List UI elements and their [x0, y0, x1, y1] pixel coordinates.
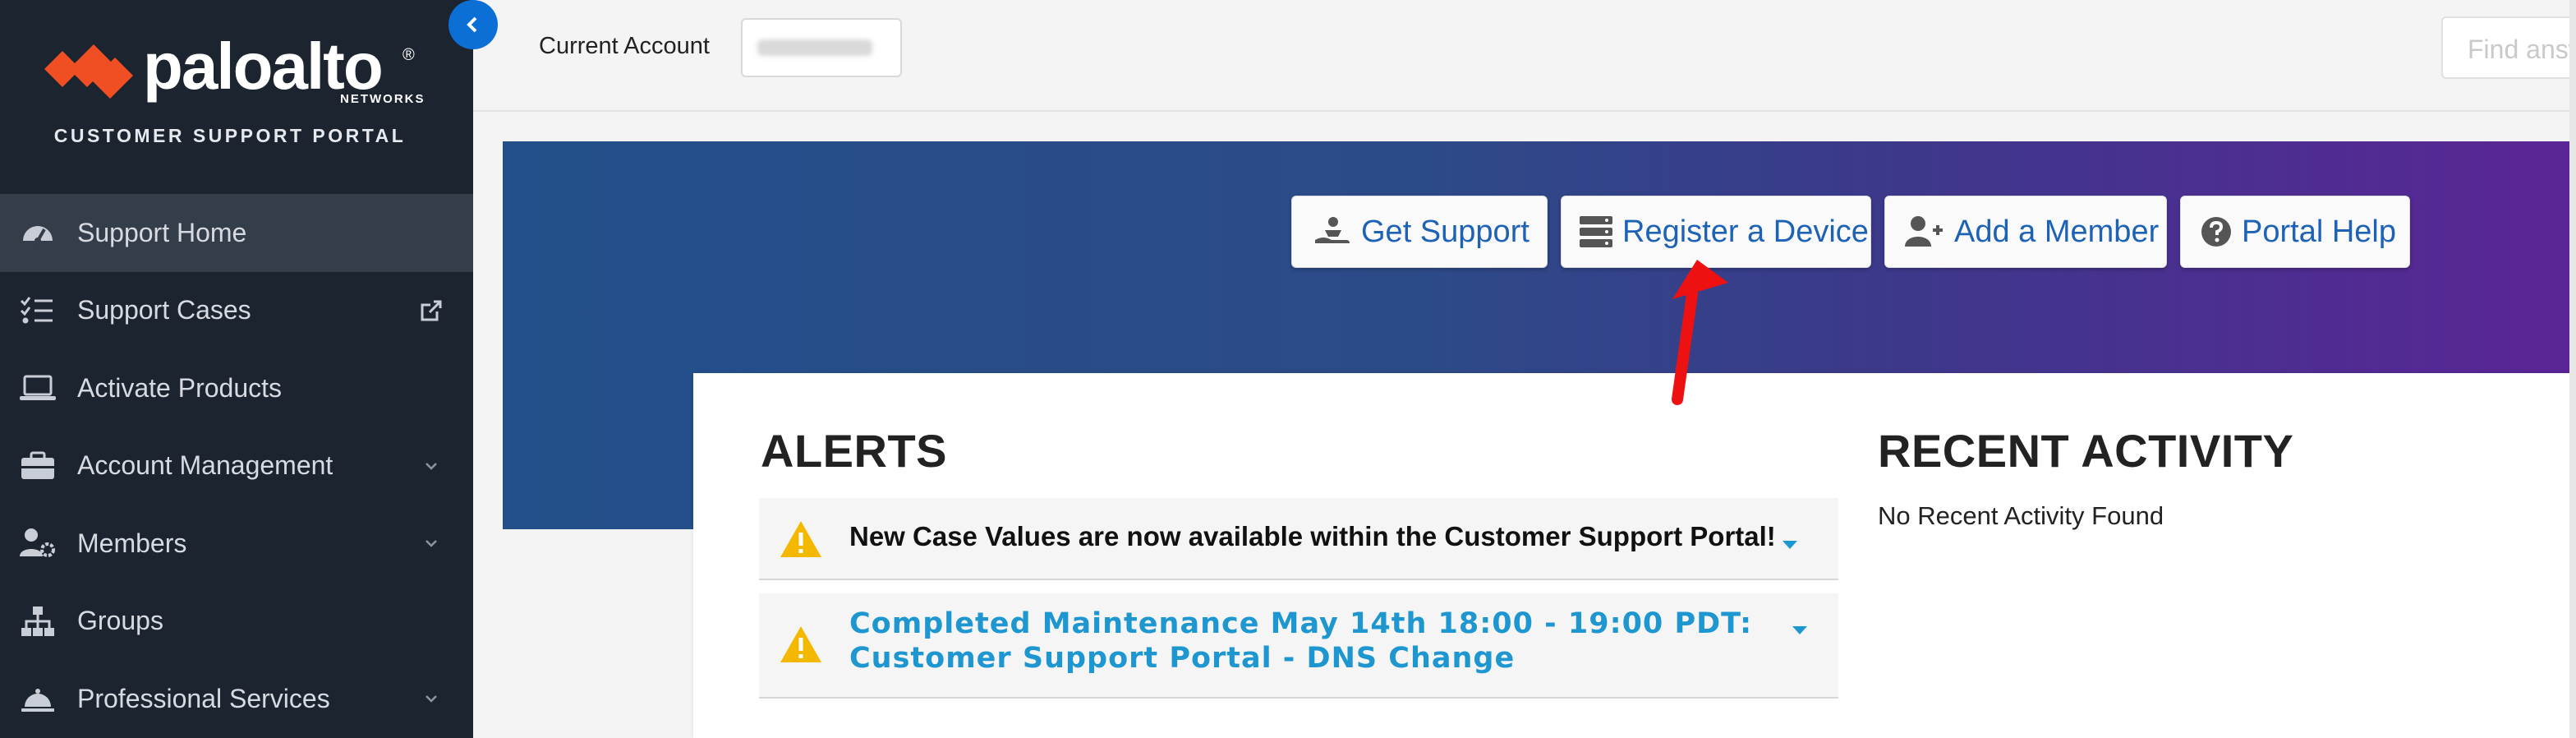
warning-icon [780, 521, 821, 557]
question-circle-icon [2201, 217, 2231, 247]
user-gear-icon [20, 528, 55, 558]
portal-help-label: Portal Help [2242, 214, 2396, 249]
dashboard-card: ALERTS New Case Values are now available… [693, 373, 2576, 738]
briefcase-icon [21, 451, 54, 479]
sidebar-collapse-button[interactable] [448, 0, 498, 49]
chevron-left-icon [467, 16, 477, 33]
caret-down-icon[interactable] [1781, 539, 1799, 551]
sidebar-item-label: Professional Services [77, 683, 330, 713]
alert-text: New Case Values are now available within… [849, 521, 1776, 551]
alert-item[interactable]: Completed Maintenance May 14th 18:00 - 1… [759, 593, 1838, 699]
alert-item[interactable]: New Case Values are now available within… [759, 498, 1838, 580]
get-support-button[interactable]: Get Support [1291, 196, 1548, 268]
checklist-icon [20, 296, 53, 324]
sidebar: paloalto ® NETWORKS CUSTOMER SUPPORT POR… [0, 0, 473, 738]
external-link-icon[interactable] [419, 298, 444, 323]
laptop-icon [20, 375, 56, 401]
sidebar-item-support-cases[interactable]: Support Cases [0, 272, 473, 350]
portal-title: CUSTOMER SUPPORT PORTAL [53, 125, 407, 146]
sitemap-icon [21, 606, 54, 636]
server-icon [1580, 216, 1612, 247]
sidebar-item-activate-products[interactable]: Activate Products [0, 349, 473, 427]
sidebar-item-professional-services[interactable]: Professional Services [0, 660, 473, 738]
current-account-label: Current Account [539, 33, 710, 59]
red-arrow-annotation-icon [1672, 260, 1728, 405]
page: paloalto ® NETWORKS CUSTOMER SUPPORT POR… [0, 0, 2576, 738]
sidebar-item-label: Account Management [77, 450, 334, 481]
recent-activity-title: RECENT ACTIVITY [1878, 425, 2294, 477]
portal-help-button[interactable]: Portal Help [2180, 196, 2410, 268]
logo-subtext: NETWORKS [340, 92, 426, 106]
sidebar-item-members[interactable]: Members [0, 505, 473, 583]
dashboard-icon [23, 226, 53, 245]
sidebar-item-label: Groups [77, 606, 163, 636]
brand-logo[interactable]: paloalto ® NETWORKS CUSTOMER SUPPORT POR… [0, 0, 473, 194]
alerts-title: ALERTS [761, 425, 947, 477]
sidebar-item-label: Activate Products [77, 372, 282, 403]
sidebar-item-groups[interactable]: Groups [0, 583, 473, 661]
add-member-button[interactable]: Add a Member [1884, 196, 2167, 268]
sidebar-item-support-home[interactable]: Support Home [0, 194, 473, 272]
bell-service-icon [21, 689, 54, 713]
sidebar-item-label: Members [77, 528, 187, 558]
search-input[interactable]: Find answers [2441, 16, 2576, 79]
sidebar-item-label: Support Cases [77, 295, 251, 325]
top-bar: Current Account Find answers [473, 0, 2576, 112]
scrollbar-track[interactable] [2569, 0, 2576, 738]
sidebar-item-label: Support Home [77, 217, 247, 247]
search-placeholder: Find answers [2468, 35, 2576, 64]
register-device-label: Register a Device [1622, 214, 1869, 249]
add-member-label: Add a Member [1954, 214, 2160, 249]
current-account-field[interactable] [741, 18, 902, 77]
user-plus-icon [1905, 216, 1943, 247]
chevron-down-icon[interactable] [419, 686, 444, 711]
sidebar-nav: Support Home Support Cases Activate Prod… [0, 194, 473, 738]
chevron-down-icon[interactable] [419, 531, 444, 556]
hand-support-icon [1315, 217, 1350, 243]
paloalto-logo-mark-icon [44, 44, 133, 99]
redacted-account-value [757, 39, 872, 56]
caret-down-icon[interactable] [1791, 625, 1809, 636]
get-support-label: Get Support [1361, 214, 1530, 249]
recent-activity-empty: No Recent Activity Found [1878, 501, 2164, 530]
warning-icon [780, 626, 821, 662]
alert-link-text[interactable]: Completed Maintenance May 14th 18:00 - 1… [849, 607, 1786, 676]
chevron-down-icon[interactable] [419, 454, 444, 478]
sidebar-item-account-management[interactable]: Account Management [0, 427, 473, 505]
logo-registered-mark: ® [402, 46, 415, 64]
